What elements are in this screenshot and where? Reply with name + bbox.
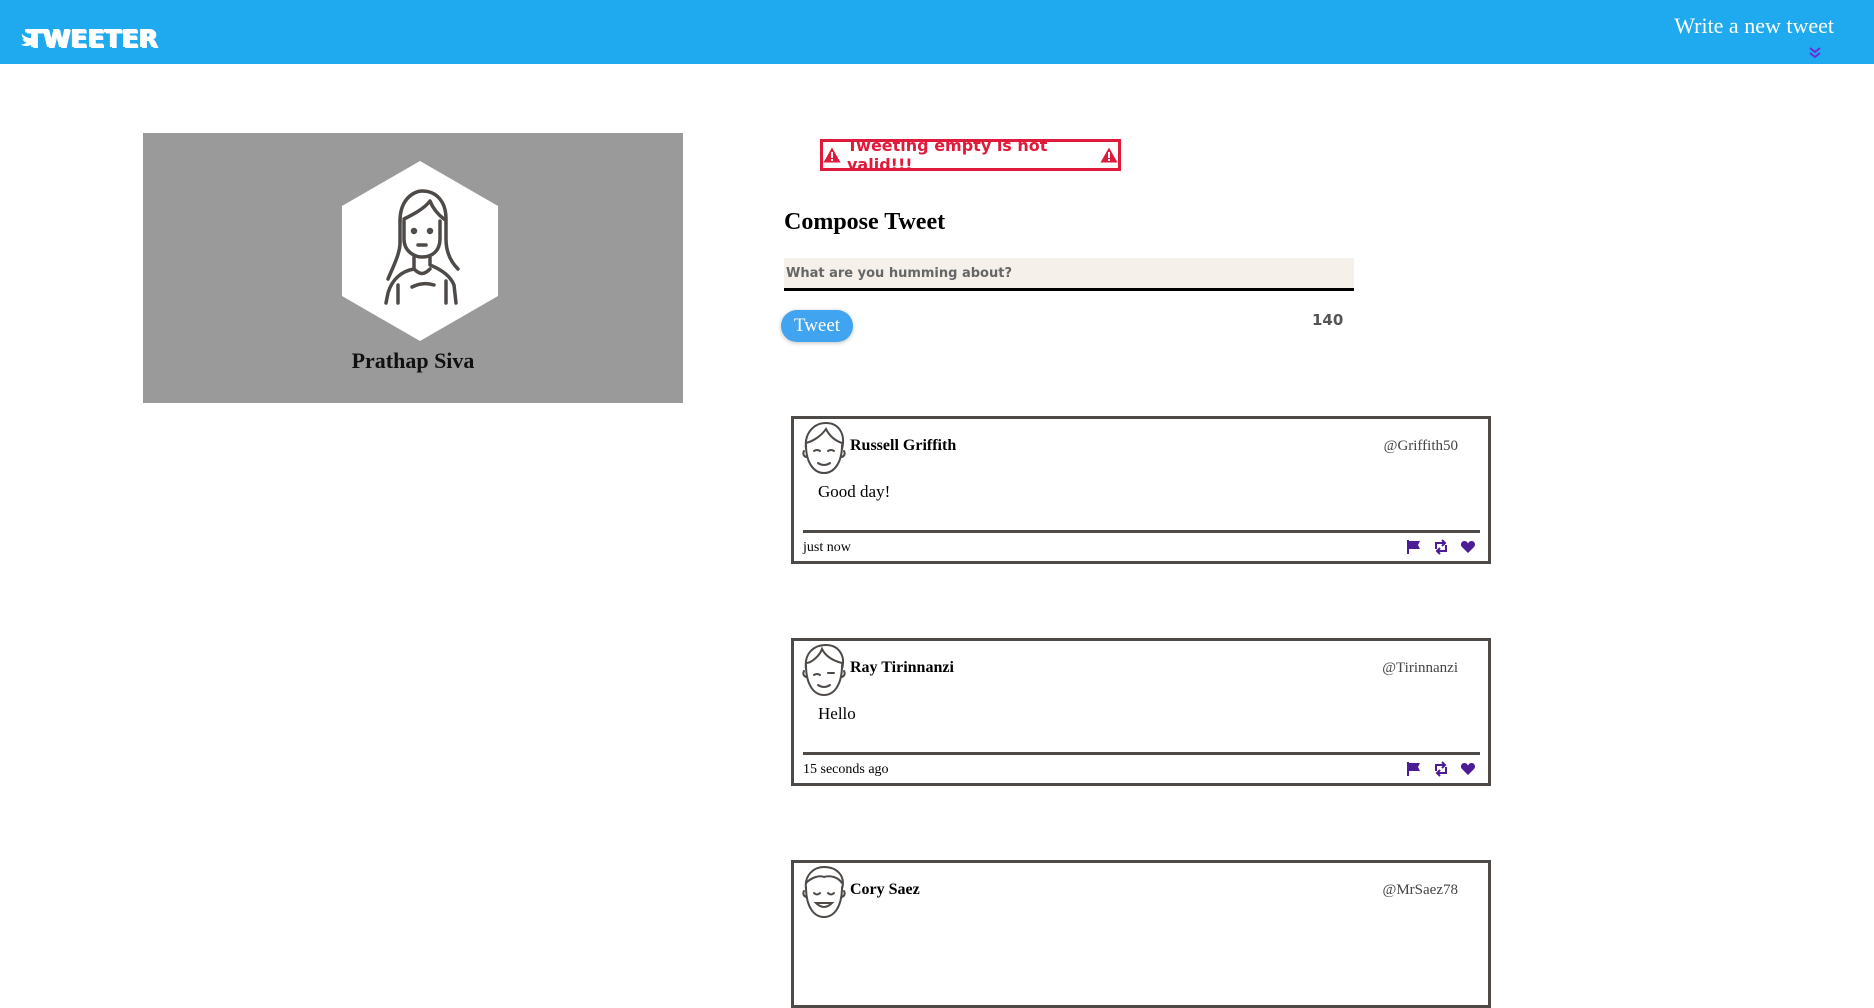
warning-icon <box>1100 147 1118 163</box>
error-message: Tweeting empty is not valid!!! <box>847 136 1048 174</box>
tweet-text: Good day! <box>818 482 891 501</box>
tweet-text: Hello <box>818 704 856 723</box>
warning-icon <box>823 147 841 163</box>
user-avatar <box>802 865 846 919</box>
tweet-author-handle: @MrSaez78 <box>1382 882 1458 898</box>
tweet-author-name: Ray Tirinnanzi <box>850 659 954 676</box>
error-banner: Tweeting empty is not valid!!! <box>820 136 1121 174</box>
profile-name: Prathap Siva <box>351 348 475 373</box>
tweet-timestamp: 15 seconds ago <box>803 762 889 777</box>
compose-title: Compose Tweet <box>784 209 946 235</box>
brand-text: TWEETER <box>26 24 159 53</box>
user-avatar <box>802 643 846 697</box>
tweet-author-name: Cory Saez <box>850 881 920 898</box>
retweet-icon[interactable] <box>1433 761 1449 777</box>
double-chevron-down-icon[interactable] <box>1808 46 1822 60</box>
character-counter: 140 <box>1312 311 1344 329</box>
tweet-divider <box>803 752 1480 755</box>
tweet-author-name: Russell Griffith <box>850 437 957 454</box>
retweet-icon[interactable] <box>1433 539 1449 555</box>
flag-icon[interactable] <box>1406 761 1422 777</box>
compose-tweet-input[interactable] <box>784 258 1354 291</box>
tweet-author-handle: @Tirinnanzi <box>1382 660 1458 676</box>
user-avatar <box>802 421 846 475</box>
tweet-card: Cory Saez @MrSaez78 <box>791 860 1491 1008</box>
tweet-actions <box>1406 539 1476 555</box>
tweet-card: Russell Griffith @Griffith50 Good day! j… <box>791 416 1491 564</box>
tweet-actions <box>1406 761 1476 777</box>
brand-logo[interactable]: TWEETER <box>20 14 159 53</box>
write-new-tweet-link[interactable]: Write a new tweet <box>1674 13 1834 39</box>
profile-card: Prathap Siva <box>143 133 683 403</box>
tweet-divider <box>803 530 1480 533</box>
top-nav: TWEETER Write a new tweet <box>0 0 1874 64</box>
tweet-timestamp: just now <box>803 540 851 555</box>
tweet-author-handle: @Griffith50 <box>1383 438 1458 454</box>
profile-avatar <box>342 161 498 341</box>
heart-icon[interactable] <box>1460 539 1476 555</box>
heart-icon[interactable] <box>1460 761 1476 777</box>
tweet-card: Ray Tirinnanzi @Tirinnanzi Hello 15 seco… <box>791 638 1491 786</box>
flag-icon[interactable] <box>1406 539 1422 555</box>
tweet-button[interactable]: Tweet <box>781 310 853 342</box>
